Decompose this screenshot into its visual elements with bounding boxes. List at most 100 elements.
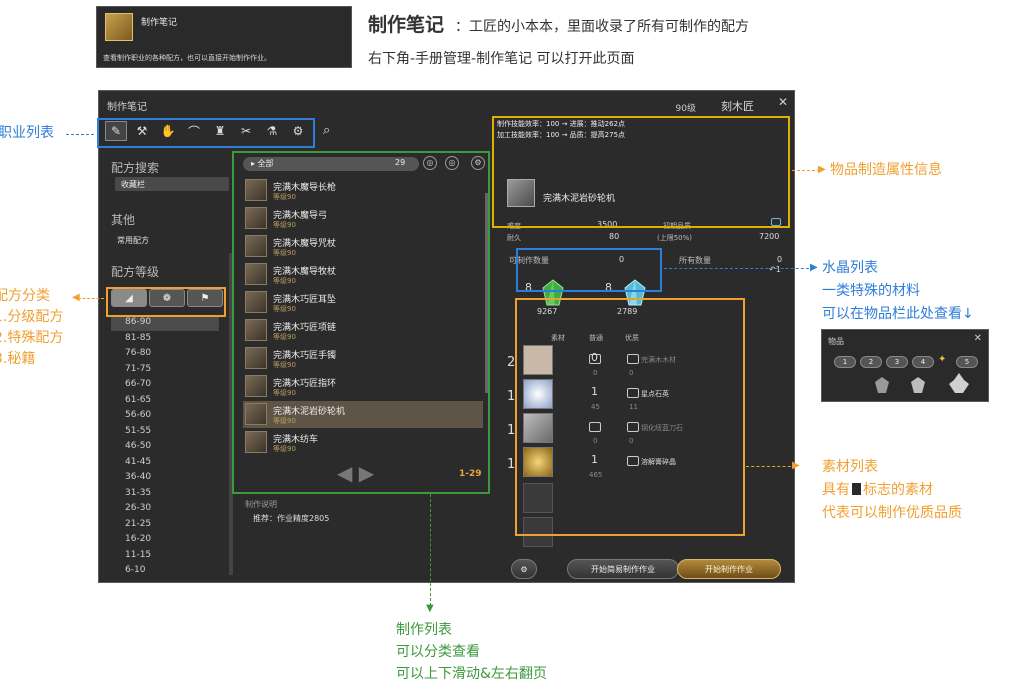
close-button[interactable]: ✕ (778, 95, 788, 109)
material-row[interactable]: 2 0 0 0 完满木木材 (507, 345, 753, 379)
hq-slot-icon[interactable] (627, 456, 639, 466)
category-annotation-3: 3.秘籍 (0, 351, 36, 367)
prev-page-icon[interactable]: ◀ (337, 461, 352, 485)
hq-slot-icon[interactable] (627, 388, 639, 398)
level-item[interactable]: 46-50 (111, 439, 219, 455)
recipe-item[interactable]: 完满木巧匠项链 等级90 (243, 317, 483, 344)
recipe-icon (245, 431, 267, 453)
material-name: 完满木木材 (641, 356, 676, 364)
inventory-tab[interactable]: 2 (860, 356, 882, 368)
material-row[interactable]: 1 1 45 11 星点石英 (507, 379, 753, 413)
recipe-search-heading: 配方搜索 (111, 161, 160, 175)
empty-material-slot (523, 517, 553, 547)
job-armorer-icon[interactable]: ✋ (157, 121, 179, 141)
scrollbar[interactable] (485, 193, 489, 393)
tooltip-card: 制作笔记 查看制作职业的各种配方，也可以直接开始制作作业。 (96, 6, 352, 68)
job-alchemist-icon[interactable]: ⚗ (261, 121, 283, 141)
material-row[interactable]: 1 1 465 溶解膏碎晶 (507, 447, 753, 481)
inventory-tab[interactable]: 4 (912, 356, 934, 368)
job-leatherworker-icon[interactable]: ♜ (209, 121, 231, 141)
level-item[interactable]: 56-60 (111, 408, 219, 424)
level-item[interactable]: 61-65 (111, 393, 219, 409)
material-icon (523, 413, 553, 443)
level-item[interactable]: 66-70 (111, 377, 219, 393)
crafting-log-icon (105, 13, 133, 41)
item-icon (507, 179, 535, 207)
job-level: 90级 (675, 104, 696, 114)
scrollbar[interactable] (229, 253, 233, 575)
hq-slot-icon[interactable] (627, 422, 639, 432)
panel-title: 物品 (828, 337, 844, 346)
item-info-connector (792, 170, 820, 171)
recipe-level: 等级90 (273, 193, 296, 201)
material-annotation-title: 素材列表 (822, 459, 878, 475)
tab-master-books[interactable]: ⚑ (187, 289, 223, 307)
level-item[interactable]: 6-10 (111, 563, 219, 579)
level-item[interactable]: 71-75 (111, 362, 219, 378)
job-culinarian-icon[interactable]: ⚙ (287, 121, 309, 141)
start-synthesis-button[interactable]: 开始制作作业 (677, 559, 781, 579)
recipe-item[interactable]: 完满木巧匠耳坠 等级90 (243, 289, 483, 316)
common-recipes-item[interactable]: 常用配方 (117, 235, 149, 246)
material-row[interactable]: 1 0 0 钢化纽蓝刀石 (507, 413, 753, 447)
sort-icon[interactable]: ◎ (445, 156, 459, 170)
recipe-item-selected[interactable]: 完满木泥岩砂轮机 等级90 (243, 401, 483, 428)
level-item[interactable]: 86-90 (111, 315, 219, 331)
next-page-icon[interactable]: ▶ (359, 461, 374, 485)
recipe-item[interactable]: 完满木魔导弓 等级90 (243, 205, 483, 232)
material-name: 溶解膏碎晶 (641, 458, 676, 466)
job-weaver-icon[interactable]: ✂ (235, 121, 257, 141)
crystal-need: 8 (525, 281, 532, 294)
close-icon[interactable]: ✕ (974, 333, 982, 344)
recipe-item[interactable]: 完满木巧匠手镯 等级90 (243, 345, 483, 372)
level-item[interactable]: 41-45 (111, 455, 219, 471)
trial-synthesis-button[interactable]: 开始简易制作作业 (567, 559, 679, 579)
level-item[interactable]: 26-30 (111, 501, 219, 517)
recipe-level: 等级90 (273, 277, 296, 285)
tab-leveled-recipes[interactable]: ◢ (111, 289, 147, 307)
level-item[interactable]: 36-40 (111, 470, 219, 486)
nq-slot-icon[interactable] (589, 422, 601, 432)
job-blacksmith-icon[interactable]: ⚒ (131, 121, 153, 141)
recipe-item[interactable]: 完满木魔导牧杖 等级90 (243, 261, 483, 288)
crystal-tab-icon[interactable]: ✦ (938, 354, 946, 365)
recipe-count: 29 (395, 158, 406, 167)
level-item[interactable]: 81-85 (111, 331, 219, 347)
settings-icon[interactable]: ⚙ (471, 156, 485, 170)
recipe-item[interactable]: 完满木魔导咒杖 等级90 (243, 233, 483, 260)
level-item[interactable]: 16-20 (111, 532, 219, 548)
recipe-item[interactable]: 完满木魔导长枪 等级90 (243, 177, 483, 204)
recipe-options-button[interactable]: ⚙ (511, 559, 537, 579)
search-icon[interactable]: ⌕ (323, 123, 330, 138)
level-item[interactable]: 11-15 (111, 548, 219, 564)
recipe-level: 等级90 (273, 417, 296, 425)
recipe-level-heading: 配方等级 (111, 265, 160, 279)
inventory-tab[interactable]: 5 (956, 356, 978, 368)
hq-icon (771, 218, 781, 226)
craft-notes-label: 制作说明 (245, 500, 277, 509)
material-name: 星点石英 (641, 390, 669, 398)
level-item[interactable]: 51-55 (111, 424, 219, 440)
level-item[interactable]: 76-80 (111, 346, 219, 362)
recipe-level: 等级90 (273, 305, 296, 313)
tab-special-recipes[interactable]: ❁ (149, 289, 185, 307)
filter-dropdown[interactable]: ▸ 全部 (243, 157, 419, 171)
recipe-list-panel: ▸ 全部 29 ◎ ◎ ⚙ 完满木魔导长枪 等级90 完满木魔导弓 等级90 完… (239, 153, 489, 579)
level-item[interactable]: 31-35 (111, 486, 219, 502)
recipe-item[interactable]: 完满木纺车 等级90 (243, 429, 483, 456)
recipe-item[interactable]: 完满木巧匠指环 等级90 (243, 373, 483, 400)
nq-slot-icon[interactable] (589, 354, 601, 364)
level-item[interactable]: 21-25 (111, 517, 219, 533)
material-arrow-icon: ▶ (792, 460, 800, 471)
filter-icon[interactable]: ◎ (423, 156, 437, 170)
inventory-tab[interactable]: 1 (834, 356, 856, 368)
item-name: 完满木泥岩砂轮机 (543, 194, 616, 204)
job-goldsmith-icon[interactable]: ⌒ (183, 121, 205, 141)
inventory-tab[interactable]: 3 (886, 356, 908, 368)
favorites-item[interactable]: 收藏栏 (115, 177, 229, 191)
owned-label: 所有数量 (679, 256, 711, 265)
job-carpenter-icon[interactable]: ✎ (105, 121, 127, 141)
quality-cap-note: (上限50%) (657, 234, 693, 242)
hq-slot-icon[interactable] (627, 354, 639, 364)
recipe-list-annotation-2: 可以上下滑动&左右翻页 (396, 666, 547, 682)
